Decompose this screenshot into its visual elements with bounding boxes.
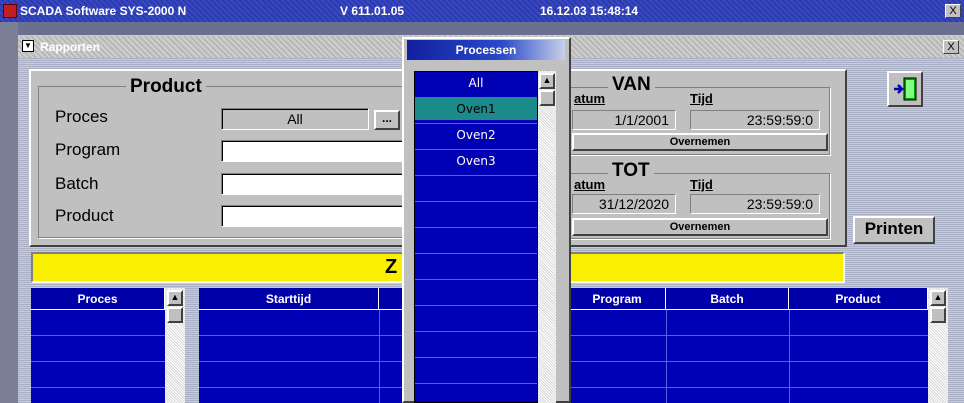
processen-list[interactable]: All Oven1 Oven2 Oven3 bbox=[414, 71, 538, 403]
proces-browse-button[interactable]: ... bbox=[374, 110, 400, 130]
van-tijd-label: Tijd bbox=[690, 91, 713, 106]
scroll-thumb[interactable] bbox=[167, 307, 183, 323]
status-bar-text: Z bbox=[385, 256, 398, 278]
tot-tijd-label: Tijd bbox=[690, 177, 713, 192]
app-version: V 611.01.05 bbox=[340, 4, 405, 18]
col-divider bbox=[379, 310, 380, 403]
app-titlebar: SCADA Software SYS-2000 N V 611.01.05 16… bbox=[0, 0, 964, 22]
proces-column-header[interactable]: Proces bbox=[31, 288, 165, 310]
scroll-up-icon[interactable]: ▲ bbox=[539, 73, 555, 89]
tot-datum-field[interactable]: 31/12/2020 bbox=[572, 194, 676, 214]
rapporten-title: Rapporten bbox=[40, 40, 100, 54]
product-input[interactable] bbox=[221, 205, 406, 227]
app-datetime: 16.12.03 15:48:14 bbox=[540, 4, 639, 18]
batch-label: Batch bbox=[55, 174, 99, 193]
exit-button[interactable] bbox=[887, 71, 923, 107]
printen-button[interactable]: Printen bbox=[853, 216, 935, 244]
list-item[interactable]: All bbox=[415, 72, 537, 94]
processen-title: Processen bbox=[407, 40, 565, 60]
van-title: VAN bbox=[608, 74, 655, 96]
tot-datum-label: atum bbox=[574, 177, 606, 192]
col-divider bbox=[666, 310, 667, 403]
scroll-up-icon[interactable]: ▲ bbox=[930, 290, 946, 306]
tot-overnemen-button[interactable]: Overnemen bbox=[572, 218, 828, 236]
van-overnemen-button[interactable]: Overnemen bbox=[572, 133, 828, 151]
col-divider bbox=[789, 310, 790, 403]
desktop-strip bbox=[18, 22, 964, 36]
desktop-margin bbox=[0, 22, 18, 403]
tot-title: TOT bbox=[608, 160, 654, 182]
starttijd-column-header[interactable]: Starttijd bbox=[199, 288, 379, 310]
scroll-thumb[interactable] bbox=[930, 307, 946, 323]
product-label: Product bbox=[55, 206, 114, 225]
batch-input[interactable] bbox=[221, 173, 406, 195]
program-column-header[interactable]: Program bbox=[569, 288, 666, 310]
proces-table-body[interactable] bbox=[31, 310, 165, 403]
main-table-scrollbar[interactable]: ▲ bbox=[928, 288, 948, 403]
scroll-up-icon[interactable]: ▲ bbox=[167, 290, 183, 306]
app-close-button[interactable]: X bbox=[945, 4, 961, 18]
app-name: SCADA Software SYS-2000 N bbox=[20, 4, 187, 18]
batch-column-header[interactable]: Batch bbox=[666, 288, 789, 310]
product-group-title: Product bbox=[126, 76, 206, 98]
program-input[interactable] bbox=[221, 140, 406, 162]
list-item[interactable]: Oven2 bbox=[415, 124, 537, 146]
app-logo-icon bbox=[3, 4, 17, 18]
van-tijd-field[interactable]: 23:59:59:0 bbox=[690, 110, 820, 130]
product-column-header[interactable]: Product bbox=[789, 288, 928, 310]
van-datum-field[interactable]: 1/1/2001 bbox=[572, 110, 676, 130]
window-menu-icon[interactable]: ▼ bbox=[22, 40, 34, 52]
program-label: Program bbox=[55, 140, 121, 159]
scroll-thumb[interactable] bbox=[539, 90, 555, 106]
processen-scrollbar[interactable]: ▲ bbox=[538, 71, 556, 403]
tot-tijd-field[interactable]: 23:59:59:0 bbox=[690, 194, 820, 214]
van-datum-label: atum bbox=[574, 91, 606, 106]
proces-field[interactable]: All bbox=[221, 108, 369, 130]
proces-label: Proces bbox=[55, 107, 108, 126]
list-item-selected[interactable]: Oven1 bbox=[415, 98, 537, 120]
rapporten-close-button[interactable]: X bbox=[943, 40, 959, 54]
proces-scrollbar[interactable]: ▲ bbox=[165, 288, 185, 403]
exit-door-icon bbox=[894, 77, 917, 101]
list-item[interactable]: Oven3 bbox=[415, 150, 537, 172]
